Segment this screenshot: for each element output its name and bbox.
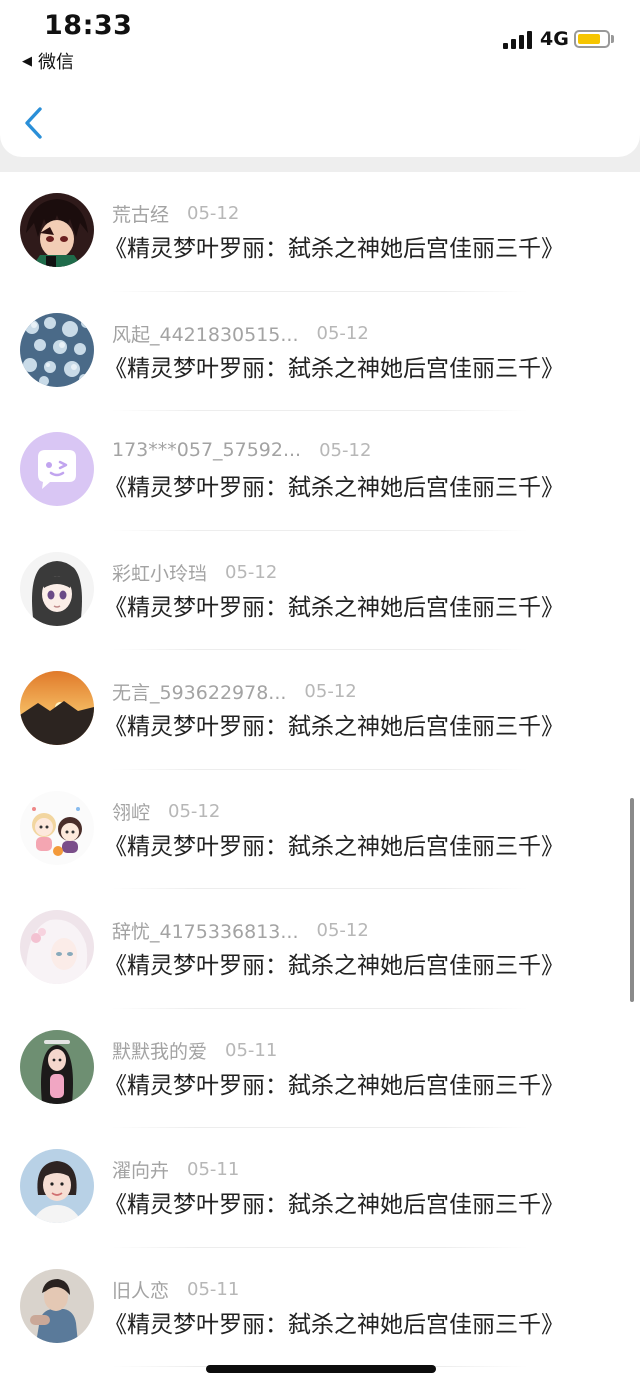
comment-meta: 翎崆 05-12	[112, 798, 220, 825]
scrollbar[interactable]	[630, 798, 634, 1002]
avatar[interactable]	[20, 1268, 94, 1343]
comment-text: 《精灵梦叶罗丽：弑杀之神她后宫佳丽三千》	[104, 475, 564, 501]
comment-item[interactable]: 旧人恋 05-11 《精灵梦叶罗丽：弑杀之神她后宫佳丽三千》	[0, 1248, 640, 1367]
username[interactable]: 荒古经	[112, 200, 169, 227]
comment-text: 《精灵梦叶罗丽：弑杀之神她后宫佳丽三千》	[104, 953, 564, 979]
comment-text: 《精灵梦叶罗丽：弑杀之神她后宫佳丽三千》	[104, 833, 564, 860]
comment-item[interactable]: 彩虹小玲珰 05-12 《精灵梦叶罗丽：弑杀之神她后宫佳丽三千》	[0, 531, 640, 650]
comment-date: 05-12	[304, 681, 357, 702]
comment-meta: 风起_4421830515... 05-12	[112, 320, 369, 347]
comment-meta: 173***057_57592... 05-12	[112, 439, 371, 461]
comment-meta: 濯向卉 05-11	[112, 1156, 239, 1183]
avatar[interactable]	[20, 1029, 94, 1104]
avatar[interactable]	[20, 1149, 94, 1223]
comment-text: 《精灵梦叶罗丽：弑杀之神她后宫佳丽三千》	[104, 1072, 564, 1099]
avatar[interactable]	[20, 790, 94, 865]
comment-item[interactable]: 风起_4421830515... 05-12 《精灵梦叶罗丽：弑杀之神她后宫佳丽三千…	[0, 292, 640, 411]
back-triangle-icon: ◀	[22, 53, 32, 69]
top-bar: 18:33 ◀ 微信 4G	[0, 0, 640, 157]
avatar[interactable]	[20, 671, 94, 745]
signal-icon	[503, 31, 532, 49]
battery-cap	[611, 35, 614, 43]
comment-meta: 无言_593622978... 05-12	[112, 678, 357, 705]
comment-item[interactable]: 濯向卉 05-11 《精灵梦叶罗丽：弑杀之神她后宫佳丽三千》	[0, 1128, 640, 1248]
comment-meta: 荒古经 05-12	[112, 200, 239, 227]
comment-date: 05-11	[225, 1039, 278, 1061]
comment-item[interactable]: 荒古经 05-12 《精灵梦叶罗丽：弑杀之神她后宫佳丽三千》	[0, 172, 640, 292]
network-label: 4G	[540, 28, 569, 50]
back-to-app[interactable]: ◀ 微信	[22, 48, 74, 74]
comment-meta: 旧人恋 05-11	[112, 1276, 239, 1303]
comment-meta: 默默我的爱 05-11	[112, 1037, 277, 1064]
comment-date: 05-12	[225, 561, 278, 583]
comment-text: 《精灵梦叶罗丽：弑杀之神她后宫佳丽三千》	[104, 1311, 564, 1338]
back-to-app-label: 微信	[38, 52, 74, 73]
comment-text: 《精灵梦叶罗丽：弑杀之神她后宫佳丽三千》	[104, 236, 564, 262]
comment-item[interactable]: 辞忧_4175336813... 05-12 《精灵梦叶罗丽：弑杀之神她后宫佳丽三千…	[0, 889, 640, 1009]
comment-date: 05-12	[316, 322, 369, 344]
comment-meta: 彩虹小玲珰 05-12	[112, 559, 277, 586]
comment-list: 荒古经 05-12 《精灵梦叶罗丽：弑杀之神她后宫佳丽三千》 风起_442183051…	[0, 172, 640, 1388]
comment-date: 05-11	[187, 1159, 240, 1180]
comment-item[interactable]: 无言_593622978... 05-12 《精灵梦叶罗丽：弑杀之神她后宫佳丽三千》	[0, 650, 640, 770]
avatar[interactable]	[20, 551, 94, 626]
avatar[interactable]	[20, 312, 94, 387]
username[interactable]: 濯向卉	[112, 1156, 169, 1183]
comment-date: 05-12	[187, 203, 240, 224]
username[interactable]: 173***057_57592...	[112, 439, 301, 461]
comment-date: 05-12	[168, 800, 221, 822]
comment-text: 《精灵梦叶罗丽：弑杀之神她后宫佳丽三千》	[104, 1192, 564, 1218]
comment-date: 05-11	[187, 1278, 240, 1300]
username[interactable]: 辞忧_4175336813...	[112, 917, 299, 944]
comment-date: 05-12	[316, 920, 369, 941]
comment-date: 05-12	[319, 439, 372, 461]
username[interactable]: 彩虹小玲珰	[112, 559, 207, 586]
comment-text: 《精灵梦叶罗丽：弑杀之神她后宫佳丽三千》	[104, 594, 564, 621]
avatar[interactable]	[20, 193, 94, 267]
username[interactable]: 翎崆	[112, 798, 150, 825]
avatar[interactable]	[20, 432, 94, 506]
username[interactable]: 风起_4421830515...	[112, 320, 299, 347]
comment-item[interactable]: 173***057_57592... 05-12 《精灵梦叶罗丽：弑杀之神她后宫佳丽…	[0, 411, 640, 531]
comment-text: 《精灵梦叶罗丽：弑杀之神她后宫佳丽三千》	[104, 355, 564, 382]
status-time: 18:33	[44, 10, 133, 41]
home-indicator[interactable]	[206, 1365, 436, 1373]
avatar[interactable]	[20, 910, 94, 984]
comment-item[interactable]: 默默我的爱 05-11 《精灵梦叶罗丽：弑杀之神她后宫佳丽三千》	[0, 1009, 640, 1128]
username[interactable]: 无言_593622978...	[112, 678, 286, 705]
comment-meta: 辞忧_4175336813... 05-12	[112, 917, 369, 944]
comment-item[interactable]: 翎崆 05-12 《精灵梦叶罗丽：弑杀之神她后宫佳丽三千》	[0, 770, 640, 889]
battery-icon	[574, 30, 610, 48]
username[interactable]: 旧人恋	[112, 1276, 169, 1303]
comment-text: 《精灵梦叶罗丽：弑杀之神她后宫佳丽三千》	[104, 714, 564, 740]
username[interactable]: 默默我的爱	[112, 1037, 207, 1064]
chevron-left-icon[interactable]	[22, 104, 48, 142]
